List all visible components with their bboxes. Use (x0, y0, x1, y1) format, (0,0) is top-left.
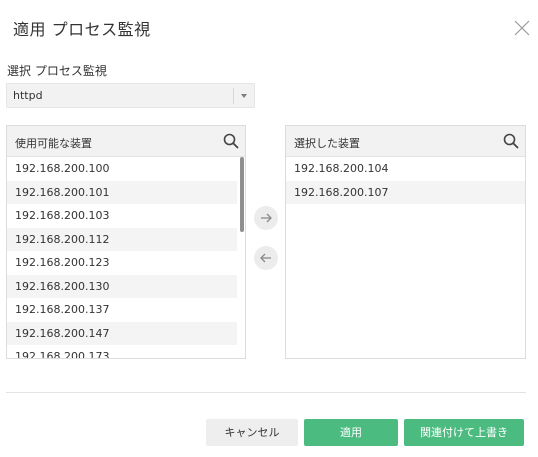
search-icon[interactable] (222, 132, 240, 150)
process-select[interactable]: httpd (6, 83, 255, 108)
process-select-value: httpd (13, 89, 43, 102)
apply-button[interactable]: 適用 (304, 419, 398, 446)
list-item[interactable]: 192.168.200.103 (7, 204, 237, 228)
available-devices-panel: 使用可能な装置 192.168.200.100 192.168.200.101 … (6, 125, 246, 359)
list-item[interactable]: 192.168.200.173 (7, 345, 237, 358)
available-devices-title: 使用可能な装置 (15, 137, 92, 150)
arrow-left-icon (260, 253, 271, 263)
scrollbar-thumb[interactable] (240, 157, 244, 232)
footer-divider (6, 392, 526, 393)
list-item[interactable]: 192.168.200.101 (7, 180, 237, 204)
cancel-button[interactable]: キャンセル (206, 419, 298, 446)
selected-devices-header: 選択した装置 (286, 126, 525, 157)
selected-devices-title: 選択した装置 (294, 137, 360, 150)
link-overwrite-button[interactable]: 関連付けて上書き (404, 419, 524, 446)
list-item[interactable]: 192.168.200.100 (7, 157, 237, 181)
process-select-label: 選択 プロセス監視 (7, 64, 107, 78)
available-devices-header: 使用可能な装置 (7, 126, 245, 157)
close-icon[interactable] (513, 19, 531, 37)
move-to-selected-button[interactable] (254, 206, 278, 230)
list-item[interactable]: 192.168.200.112 (7, 227, 237, 251)
list-item[interactable]: 192.168.200.104 (286, 157, 525, 181)
list-item[interactable]: 192.168.200.137 (7, 298, 237, 322)
arrow-right-icon (261, 213, 272, 223)
list-item[interactable]: 192.168.200.147 (7, 321, 237, 345)
selected-devices-list: 192.168.200.104 192.168.200.107 (286, 157, 525, 358)
available-devices-list: 192.168.200.100 192.168.200.101 192.168.… (7, 157, 237, 358)
list-item[interactable]: 192.168.200.107 (286, 180, 525, 204)
search-icon[interactable] (502, 132, 520, 150)
list-item[interactable]: 192.168.200.123 (7, 251, 237, 275)
selected-devices-panel: 選択した装置 192.168.200.104 192.168.200.107 (285, 125, 526, 359)
dialog-title: 適用 プロセス監視 (13, 20, 151, 39)
move-to-available-button[interactable] (254, 246, 278, 270)
chevron-down-icon[interactable] (241, 94, 247, 98)
list-item[interactable]: 192.168.200.130 (7, 274, 237, 298)
available-devices-scrollbar[interactable] (239, 157, 246, 359)
select-divider (233, 88, 234, 104)
